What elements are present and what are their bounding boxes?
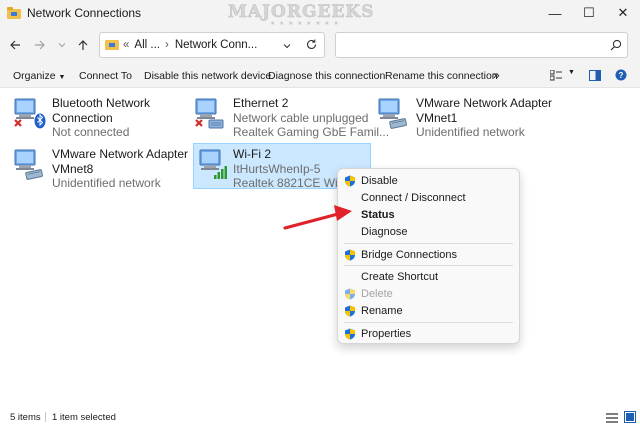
- connection-name-line2: VMnet8: [52, 161, 94, 176]
- menu-item-label: Delete: [361, 287, 393, 300]
- arrow-up-icon: [78, 40, 88, 50]
- menu-separator: [344, 243, 513, 244]
- connection-device: Realtek Gaming GbE Famil...: [233, 125, 390, 139]
- back-button[interactable]: [6, 36, 24, 54]
- command-bar: Organize ▼ Connect To Disable this netwo…: [0, 64, 640, 88]
- refresh-icon[interactable]: [305, 38, 318, 54]
- arrow-right-icon: [35, 40, 45, 50]
- menu-item-delete[interactable]: Delete: [338, 285, 519, 302]
- status-divider: [45, 412, 46, 422]
- uac-shield-icon: [344, 249, 356, 261]
- breadcrumb-separator[interactable]: ›: [165, 39, 169, 51]
- menu-item-label: Create Shortcut: [361, 270, 439, 283]
- uac-shield-icon: [344, 175, 356, 187]
- connection-name: Bluetooth Network: [52, 96, 151, 110]
- connection-name: VMware Network Adapter: [416, 96, 553, 110]
- context-menu: Disable Connect / Disconnect Status Diag…: [337, 168, 520, 344]
- menu-item-status[interactable]: Status: [338, 206, 519, 223]
- address-bar[interactable]: « All ... › Network Conn...: [99, 32, 325, 58]
- search-input[interactable]: [335, 32, 628, 58]
- connection-status: Unidentified network: [416, 125, 525, 139]
- menu-item-bridge-connections[interactable]: Bridge Connections: [338, 246, 519, 263]
- menu-item-label: Properties: [361, 327, 412, 340]
- network-location-icon: [105, 38, 119, 53]
- organize-label: Organize: [13, 70, 56, 82]
- vmware-adapter-icon: [376, 96, 410, 130]
- connection-name: VMware Network Adapter: [52, 147, 189, 161]
- menu-item-label: Disable: [361, 174, 398, 187]
- vmware-adapter-icon: [12, 147, 46, 181]
- organize-button[interactable]: Organize ▼: [13, 70, 65, 82]
- preview-pane-icon[interactable]: [589, 70, 601, 84]
- uac-shield-icon: [344, 288, 356, 300]
- more-commands-button[interactable]: »: [493, 68, 500, 82]
- address-row: « All ... › Network Conn...: [0, 26, 640, 64]
- menu-item-rename[interactable]: Rename: [338, 302, 519, 319]
- maximize-button[interactable]: ☐: [572, 0, 606, 26]
- large-icons-view-icon[interactable]: [624, 411, 636, 426]
- minimize-button[interactable]: —: [538, 0, 572, 26]
- change-view-icon[interactable]: [549, 69, 562, 84]
- breadcrumb-current[interactable]: Network Conn...: [175, 39, 257, 51]
- menu-item-label: Bridge Connections: [361, 248, 458, 261]
- window-title: Network Connections: [27, 6, 142, 20]
- connection-status: Not connected: [52, 125, 130, 139]
- bluetooth-adapter-icon: [12, 96, 46, 130]
- rename-connection-button[interactable]: Rename this connection: [385, 70, 498, 82]
- menu-item-properties[interactable]: Properties: [338, 325, 519, 342]
- close-button[interactable]: ✕: [606, 0, 640, 26]
- menu-item-label: Rename: [361, 304, 403, 317]
- svg-text:?: ?: [619, 71, 624, 80]
- menu-item-diagnose[interactable]: Diagnose: [338, 223, 519, 240]
- connect-to-button[interactable]: Connect To: [79, 70, 132, 82]
- view-options-chevron-icon[interactable]: ▼: [568, 69, 575, 76]
- breadcrumb-root-chevron[interactable]: «: [123, 39, 129, 51]
- item-count: 5 items: [10, 412, 41, 423]
- wifi-adapter-icon: [197, 147, 231, 181]
- network-folder-icon: [7, 7, 21, 19]
- menu-item-label: Connect / Disconnect: [361, 191, 466, 204]
- chevron-down-icon: [58, 43, 66, 48]
- menu-separator: [344, 322, 513, 323]
- menu-item-label: Diagnose: [361, 225, 408, 238]
- menu-item-label: Status: [361, 208, 395, 221]
- selection-count: 1 item selected: [52, 412, 116, 423]
- breadcrumb-all[interactable]: All ...: [134, 39, 160, 51]
- connection-name: Ethernet 2: [233, 96, 289, 110]
- connection-name: Wi-Fi 2: [233, 147, 271, 161]
- connection-name-line2: Connection: [52, 110, 113, 125]
- menu-item-connect-disconnect[interactable]: Connect / Disconnect: [338, 189, 519, 206]
- chevron-down-icon: ▼: [58, 74, 66, 81]
- menu-item-create-shortcut[interactable]: Create Shortcut: [338, 268, 519, 285]
- title-bar: Network Connections MAJORGEEKS ★ ★ ★ ★ ★…: [0, 0, 640, 27]
- uac-shield-icon: [344, 328, 356, 340]
- majorgeeks-watermark: MAJORGEEKS: [228, 2, 375, 23]
- connection-status: Network cable unplugged: [233, 110, 369, 125]
- status-bar: 5 items 1 item selected: [0, 406, 640, 427]
- search-icon: [610, 39, 622, 54]
- ethernet-adapter-icon: [193, 96, 227, 130]
- menu-separator: [344, 265, 513, 266]
- diagnose-connection-button[interactable]: Diagnose this connection: [268, 70, 385, 82]
- disable-device-button[interactable]: Disable this network device: [144, 70, 271, 82]
- connection-name-line2: VMnet1: [416, 110, 458, 125]
- up-button[interactable]: [74, 36, 92, 54]
- uac-shield-icon: [344, 305, 356, 317]
- help-icon[interactable]: ?: [615, 69, 627, 84]
- arrow-left-icon: [10, 40, 20, 50]
- forward-button[interactable]: [31, 36, 49, 54]
- recent-locations-button[interactable]: [53, 36, 71, 54]
- address-dropdown-chevron-icon[interactable]: [282, 40, 292, 54]
- menu-item-disable[interactable]: Disable: [338, 172, 519, 189]
- details-view-icon[interactable]: [606, 412, 618, 426]
- connection-status: Unidentified network: [52, 176, 161, 190]
